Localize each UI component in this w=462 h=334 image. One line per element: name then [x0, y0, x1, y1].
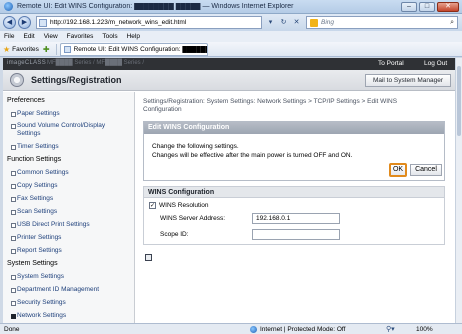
- sidebar-category-system-settings: System Settings: [7, 260, 58, 267]
- favorites-bar: ★ Favorites ✚ Remote UI: Edit WINS Confi…: [0, 42, 462, 57]
- zoom-tools-icon[interactable]: ⚲▾: [386, 325, 395, 333]
- window-title: Remote UI: Edit WINS Configuration: ████…: [17, 3, 294, 10]
- add-favorite-icon[interactable]: ✚: [43, 45, 50, 54]
- settings-gear-icon: [10, 73, 24, 87]
- wins-server-address-label: WINS Server Address:: [160, 215, 226, 222]
- status-text: Done: [4, 326, 20, 333]
- tab-page-icon: [63, 45, 71, 53]
- menu-file[interactable]: File: [4, 33, 14, 40]
- model-name: MF████ Series / MF████ Series /: [47, 60, 145, 66]
- mail-to-system-manager-button[interactable]: Mail to System Manager: [365, 74, 451, 87]
- sidebar-item-fax-settings[interactable]: Fax Settings: [10, 195, 53, 203]
- message-line-2: Changes will be effective after the main…: [152, 152, 353, 159]
- scrollbar-thumb[interactable]: [457, 66, 461, 136]
- ok-button[interactable]: OK: [389, 163, 407, 177]
- forward-button[interactable]: ▶: [18, 16, 31, 29]
- vertical-scrollbar[interactable]: [455, 58, 462, 323]
- url-field[interactable]: http://192.168.1.223/m_network_wins_edit…: [36, 16, 262, 29]
- sidebar-item-paper-settings[interactable]: Paper Settings: [11, 110, 60, 118]
- bing-logo-icon: [310, 18, 318, 27]
- page-icon: [39, 18, 47, 27]
- stop-icon[interactable]: ✕: [290, 17, 303, 28]
- web-page: imageCLASS MF████ Series / MF████ Series…: [3, 58, 455, 323]
- tab-title: Remote UI: Edit WINS Configuration: ████…: [73, 45, 207, 53]
- brand-logo: imageCLASS: [7, 60, 47, 66]
- divider: [55, 43, 57, 55]
- page-top-icon[interactable]: [145, 254, 152, 261]
- sidebar-item-copy-settings[interactable]: Copy Settings: [10, 182, 57, 190]
- sidebar: Preferences Paper Settings Sound Volume …: [3, 92, 135, 323]
- edit-panel-message: Change the following settings. Changes w…: [152, 142, 352, 160]
- sidebar-item-report-settings[interactable]: Report Settings: [11, 247, 62, 255]
- wins-configuration-panel: WINS Configuration ✓ WINS Resolution WIN…: [143, 186, 445, 245]
- log-out-link[interactable]: Log Out: [424, 60, 447, 67]
- message-line-1: Change the following settings.: [152, 143, 239, 150]
- back-button[interactable]: ◀: [3, 16, 16, 29]
- menu-edit[interactable]: Edit: [23, 33, 34, 40]
- wins-resolution-label: WINS Resolution: [159, 202, 209, 209]
- menu-favorites[interactable]: Favorites: [67, 33, 94, 40]
- url-text: http://192.168.1.223/m_network_wins_edit…: [50, 19, 187, 26]
- scope-id-field[interactable]: [252, 229, 340, 240]
- sidebar-category-preferences: Preferences: [7, 97, 45, 104]
- address-actions: ▾ ↻ ✕: [264, 17, 303, 28]
- edit-panel-title: Edit WINS Configuration: [144, 122, 444, 134]
- internet-zone-icon: [250, 326, 257, 333]
- search-input[interactable]: Bing ⌕: [306, 16, 458, 29]
- search-icon[interactable]: ⌕: [450, 19, 454, 27]
- sidebar-item-sound-volume[interactable]: Sound Volume Control/Display Settings: [11, 122, 129, 138]
- zoom-level[interactable]: 100%: [416, 326, 433, 333]
- section-header: Settings/Registration Mail to System Man…: [3, 70, 455, 91]
- sidebar-item-common-settings[interactable]: Common Settings: [11, 169, 69, 177]
- sidebar-item-department-id[interactable]: Department ID Management: [10, 286, 99, 294]
- maximize-button[interactable]: □: [419, 1, 435, 12]
- wins-panel-title: WINS Configuration: [144, 187, 444, 198]
- to-portal-link[interactable]: To Portal: [378, 60, 404, 67]
- compatibility-icon[interactable]: ▾: [264, 17, 277, 28]
- refresh-icon[interactable]: ↻: [277, 17, 290, 28]
- address-bar: ◀ ▶ http://192.168.1.223/m_network_wins_…: [0, 14, 462, 31]
- sidebar-item-printer-settings[interactable]: Printer Settings: [10, 234, 61, 242]
- favorites-star-icon[interactable]: ★: [3, 45, 10, 54]
- menu-view[interactable]: View: [44, 33, 58, 40]
- internet-explorer-icon: [4, 2, 13, 11]
- window-titlebar: Remote UI: Edit WINS Configuration: ████…: [0, 0, 462, 14]
- browser-tab[interactable]: Remote UI: Edit WINS Configuration: ████…: [59, 42, 208, 56]
- security-zone-text: Internet | Protected Mode: Off: [260, 326, 346, 333]
- close-window-button[interactable]: ✕: [437, 1, 459, 12]
- edit-wins-panel: Edit WINS Configuration Change the follo…: [143, 121, 445, 181]
- sidebar-item-usb-direct-print[interactable]: USB Direct Print Settings: [11, 221, 90, 229]
- cancel-button[interactable]: Cancel: [410, 164, 442, 176]
- sidebar-item-network-settings[interactable]: Network Settings: [10, 312, 66, 320]
- top-header: imageCLASS MF████ Series / MF████ Series…: [3, 58, 455, 70]
- sidebar-item-security-settings[interactable]: Security Settings: [11, 299, 66, 307]
- menu-tools[interactable]: Tools: [102, 33, 117, 40]
- sidebar-item-timer-settings[interactable]: Timer Settings: [11, 143, 59, 151]
- favorites-button[interactable]: Favorites: [12, 46, 39, 53]
- search-placeholder: Bing: [321, 19, 335, 26]
- breadcrumb: Settings/Registration: System Settings: …: [143, 98, 398, 113]
- minimize-button[interactable]: –: [401, 1, 417, 12]
- page-title: Settings/Registration: [31, 75, 122, 85]
- wins-resolution-checkbox[interactable]: ✓: [149, 202, 156, 209]
- menu-help[interactable]: Help: [127, 33, 140, 40]
- sidebar-item-scan-settings[interactable]: Scan Settings: [10, 208, 57, 216]
- sidebar-category-function-settings: Function Settings: [7, 156, 62, 163]
- status-bar: Done Internet | Protected Mode: Off ⚲▾ 1…: [0, 323, 462, 334]
- sidebar-item-system-settings[interactable]: System Settings: [11, 273, 64, 281]
- scope-id-label: Scope ID:: [160, 231, 189, 238]
- wins-server-address-field[interactable]: 192.168.0.1: [252, 213, 340, 224]
- menu-bar: File Edit View Favorites Tools Help: [0, 31, 462, 42]
